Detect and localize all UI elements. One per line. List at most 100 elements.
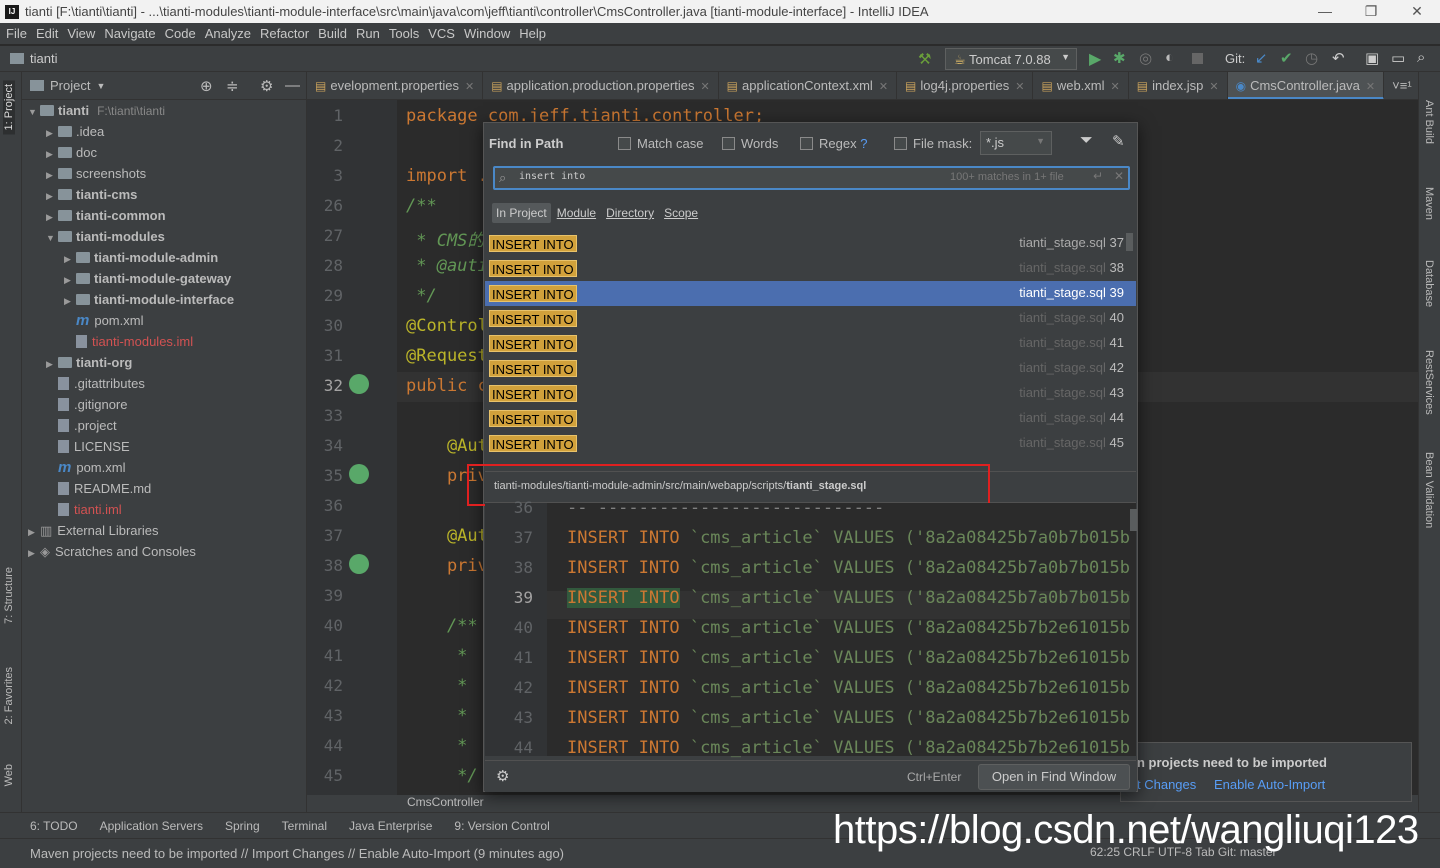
results-scrollbar[interactable]: [1126, 233, 1133, 251]
menu-edit[interactable]: Edit: [36, 26, 58, 41]
menu-tools[interactable]: Tools: [389, 26, 419, 41]
tool-6-todo[interactable]: 6: TODO: [30, 819, 78, 833]
file-mask-checkbox[interactable]: [894, 137, 907, 150]
tab-log4j-properties[interactable]: ▤ log4j.properties ✕: [897, 72, 1034, 99]
tool-9-version-control[interactable]: 9: Version Control: [454, 819, 549, 833]
tree-item[interactable]: ▶ screenshots: [46, 163, 146, 184]
expanded-arrow-icon[interactable]: ▼: [28, 102, 40, 123]
scope-tab-in-project[interactable]: In Project: [492, 203, 551, 223]
tab-close-icon[interactable]: ✕: [1366, 81, 1375, 93]
regex-help-link[interactable]: ?: [860, 136, 867, 151]
menu-navigate[interactable]: Navigate: [104, 26, 155, 41]
spring-bean-icon[interactable]: [349, 554, 369, 574]
tab-close-icon[interactable]: ✕: [1209, 81, 1218, 93]
search-input[interactable]: ⌕ insert into 100+ matches in 1+ file ↵ …: [493, 166, 1130, 190]
match-case-option[interactable]: Match case: [618, 136, 703, 151]
result-row[interactable]: INSERT INTO tianti_stage.sql 43: [485, 381, 1136, 406]
revert-icon[interactable]: ↶: [1332, 49, 1345, 67]
gear-icon[interactable]: ⚙: [260, 77, 273, 95]
collapsed-arrow-icon[interactable]: ▶: [64, 270, 76, 291]
tree-item[interactable]: .gitignore: [46, 394, 127, 415]
status-message[interactable]: Maven projects need to be imported // Im…: [30, 846, 564, 861]
match-case-checkbox[interactable]: [618, 137, 631, 150]
tree-item[interactable]: ▼ tianti-modules: [46, 226, 165, 247]
locate-icon[interactable]: ⊕: [200, 77, 213, 95]
minimize-button[interactable]: —: [1302, 0, 1348, 23]
breadcrumb[interactable]: tianti: [30, 51, 57, 66]
menu-file[interactable]: File: [6, 26, 27, 41]
build-hammer-icon[interactable]: ⚒: [918, 50, 931, 68]
tab-rest-services[interactable]: RestServices: [1423, 350, 1435, 415]
tab-close-icon[interactable]: ✕: [879, 81, 888, 93]
collapsed-arrow-icon[interactable]: ▶: [46, 123, 58, 144]
collapse-icon[interactable]: ≑: [226, 77, 239, 95]
regex-checkbox[interactable]: [800, 137, 813, 150]
result-row[interactable]: INSERT INTO tianti_stage.sql 41: [485, 331, 1136, 356]
tabs-overflow-button[interactable]: ˅≡¹: [1384, 72, 1418, 99]
file-mask-option[interactable]: File mask:: [894, 136, 972, 151]
tab-application-production-properties[interactable]: ▤ application.production.properties ✕: [483, 72, 719, 99]
tool-application-servers[interactable]: Application Servers: [100, 819, 203, 833]
tree-item[interactable]: README.md: [46, 478, 151, 499]
tree-item[interactable]: ▶ tianti-module-gateway: [64, 268, 231, 289]
tree-item[interactable]: ▶ tianti-common: [46, 205, 166, 226]
tree-item[interactable]: ▶ tianti-module-admin: [64, 247, 218, 268]
pin-icon[interactable]: ✎: [1112, 132, 1125, 150]
tree-item[interactable]: .project: [46, 415, 117, 436]
open-in-find-window-button[interactable]: Open in Find Window: [978, 764, 1130, 790]
settings-gear-icon[interactable]: ⚙: [496, 767, 509, 785]
tree-item[interactable]: ▶ .idea: [46, 121, 104, 142]
tool-spring[interactable]: Spring: [225, 819, 260, 833]
menu-build[interactable]: Build: [318, 26, 347, 41]
result-row[interactable]: INSERT INTO tianti_stage.sql 37: [485, 231, 1136, 256]
collapsed-arrow-icon[interactable]: ▶: [46, 354, 58, 375]
collapsed-arrow-icon[interactable]: ▶: [46, 207, 58, 228]
tree-item[interactable]: ▶ tianti-cms: [46, 184, 137, 205]
hide-icon[interactable]: —: [285, 77, 300, 94]
menu-help[interactable]: Help: [519, 26, 546, 41]
collapsed-arrow-icon[interactable]: ▶: [46, 144, 58, 165]
git-commit-icon[interactable]: ✔: [1280, 49, 1293, 67]
tab-structure-tool[interactable]: 7: Structure: [3, 567, 15, 624]
tree-item[interactable]: ▼ tianti F:\tianti\tianti: [28, 100, 165, 121]
collapsed-arrow-icon[interactable]: ▶: [28, 543, 40, 564]
tool-terminal[interactable]: Terminal: [282, 819, 327, 833]
tab-close-icon[interactable]: ✕: [1111, 81, 1120, 93]
collapsed-arrow-icon[interactable]: ▶: [64, 291, 76, 312]
menu-code[interactable]: Code: [165, 26, 196, 41]
chevron-down-icon[interactable]: ▼: [96, 81, 105, 91]
tab-database[interactable]: Database: [1423, 260, 1435, 307]
menu-run[interactable]: Run: [356, 26, 380, 41]
tree-item[interactable]: ▶ tianti-module-interface: [64, 289, 234, 310]
enable-auto-import-link[interactable]: Enable Auto-Import: [1214, 777, 1325, 792]
tab-applicationcontext-xml[interactable]: ▤ applicationContext.xml ✕: [719, 72, 898, 99]
project-view-select[interactable]: Project: [50, 78, 90, 93]
tool-java-enterprise[interactable]: Java Enterprise: [349, 819, 432, 833]
result-preview[interactable]: 36 -- ---------------------------- 37 INSER…: [485, 498, 1137, 758]
tab-cmscontroller-java[interactable]: ◉ CmsController.java ✕: [1227, 72, 1385, 99]
result-row[interactable]: INSERT INTO tianti_stage.sql 39: [485, 281, 1136, 306]
tab-project-tool[interactable]: 1: Project: [3, 80, 15, 135]
newline-icon[interactable]: ↵: [1093, 169, 1103, 183]
menu-vcs[interactable]: VCS: [428, 26, 455, 41]
collapsed-arrow-icon[interactable]: ▶: [46, 165, 58, 186]
coverage-icon[interactable]: ◎: [1139, 49, 1152, 67]
close-window-button[interactable]: ✕: [1394, 0, 1440, 23]
tab-close-icon[interactable]: ✕: [1015, 81, 1024, 93]
regex-option[interactable]: Regex ?: [800, 136, 867, 151]
tab-web-xml[interactable]: ▤ web.xml ✕: [1033, 72, 1129, 99]
result-row[interactable]: INSERT INTO tianti_stage.sql 38: [485, 256, 1136, 281]
tab-bean-validation[interactable]: Bean Validation: [1423, 452, 1435, 528]
collapsed-arrow-icon[interactable]: ▶: [64, 249, 76, 270]
collapsed-arrow-icon[interactable]: ▶: [46, 186, 58, 207]
tab-maven[interactable]: Maven: [1423, 187, 1435, 220]
tree-item[interactable]: LICENSE: [46, 436, 130, 457]
preview-scrollbar[interactable]: [1130, 509, 1137, 531]
run-config-select[interactable]: ☕ Tomcat 7.0.88 ▼: [945, 48, 1077, 70]
menu-refactor[interactable]: Refactor: [260, 26, 309, 41]
tree-item[interactable]: .gitattributes: [46, 373, 145, 394]
frame-icon[interactable]: ▭: [1391, 49, 1405, 67]
history-icon[interactable]: ◷: [1305, 49, 1318, 67]
tab-evelopment-properties[interactable]: ▤ evelopment.properties ✕: [307, 72, 484, 99]
tree-item[interactable]: ▶ ◈ Scratches and Consoles: [28, 541, 196, 562]
